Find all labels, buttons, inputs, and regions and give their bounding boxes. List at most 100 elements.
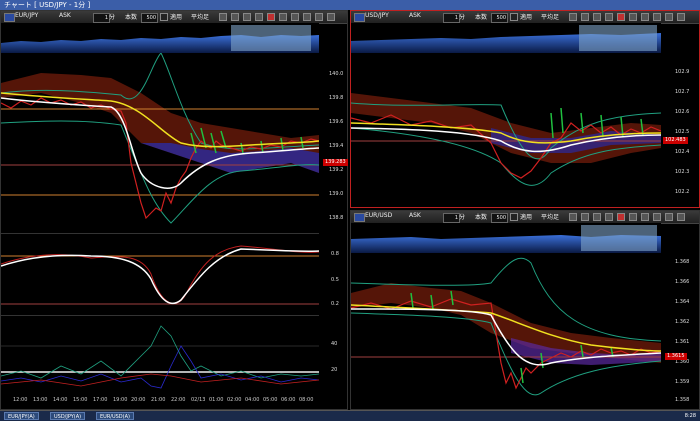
tool-button-3[interactable]	[593, 213, 601, 221]
price-tick: 139.8	[329, 95, 344, 101]
price-tick: 1.364	[675, 299, 690, 305]
overview-strip[interactable]	[1, 23, 319, 53]
tool-button-3[interactable]	[593, 13, 601, 21]
tool-button-5[interactable]	[267, 13, 275, 21]
taskbar-tab-usdjpy[interactable]: USD/JPY(A)	[50, 412, 86, 420]
window-titlebar: チャート [ USD/JPY - 1分 ]	[0, 0, 700, 10]
tool-button-9[interactable]	[665, 213, 673, 221]
ask-selector[interactable]: ASK	[409, 212, 421, 219]
count-input[interactable]: 500	[491, 213, 508, 223]
tool-button-10[interactable]	[677, 13, 685, 21]
ask-selector[interactable]: ASK	[409, 12, 421, 19]
currency-flag-icon	[354, 213, 365, 222]
price-tick: 1.359	[675, 379, 690, 385]
time-axis: 12:00 13:00 14:00 15:00 17:00 19:00 20:0…	[1, 397, 319, 407]
time-tick: 05:00	[263, 397, 278, 403]
tool-button-8[interactable]	[653, 213, 661, 221]
tool-button-2[interactable]	[231, 13, 239, 21]
osc2-tick: 40	[331, 341, 338, 347]
ask-selector[interactable]: ASK	[59, 12, 71, 19]
tool-button-4[interactable]	[255, 13, 263, 21]
osc1-tick: 0.5	[331, 277, 339, 283]
overview-chart	[351, 25, 661, 53]
overview-chart	[1, 25, 319, 53]
average-label: 平均足	[191, 14, 210, 21]
period-input[interactable]: 1	[93, 13, 110, 23]
tool-button-7[interactable]	[641, 213, 649, 221]
current-price-tag: 1.3615	[665, 353, 687, 360]
overview-strip[interactable]	[351, 23, 661, 53]
average-label: 平均足	[541, 214, 560, 221]
apply-label: 適用	[170, 14, 183, 21]
price-tick: 102.5	[675, 129, 690, 135]
tool-button-1[interactable]	[219, 13, 227, 21]
taskbar: EUR/JPY(A) USD/JPY(A) EUR/USD(A) 8:28	[0, 410, 700, 421]
period-input[interactable]: 1	[443, 213, 460, 223]
symbol-selector[interactable]: EUR/JPY	[15, 12, 38, 19]
current-price-tag: 102.483	[663, 137, 688, 144]
tool-button-4[interactable]	[605, 13, 613, 21]
symbol-selector[interactable]: EUR/USD	[365, 212, 392, 219]
tool-button-6[interactable]	[629, 213, 637, 221]
period-unit-label: 分	[109, 14, 116, 21]
tool-button-1[interactable]	[569, 13, 577, 21]
tool-button-2[interactable]	[581, 213, 589, 221]
symbol-selector[interactable]: USD/JPY	[365, 12, 389, 19]
tool-button-9[interactable]	[315, 13, 323, 21]
tool-button-5[interactable]	[617, 213, 625, 221]
tool-button-7[interactable]	[291, 13, 299, 21]
time-tick: 22:00	[171, 397, 186, 403]
time-tick: 13:00	[33, 397, 48, 403]
tool-button-5[interactable]	[617, 13, 625, 21]
time-tick: 12:00	[13, 397, 28, 403]
apply-label: 適用	[520, 214, 533, 221]
apply-checkbox[interactable]	[510, 13, 518, 21]
oscillator-chart-2[interactable]	[1, 315, 319, 396]
chart-pane-left[interactable]: EUR/JPY ASK 1 分 本数 500 適用 平均足 140.0 139.…	[0, 10, 348, 410]
price-tick: 1.368	[675, 259, 690, 265]
tool-button-7[interactable]	[641, 13, 649, 21]
price-tick: 139.2	[329, 167, 344, 173]
tool-button-8[interactable]	[303, 13, 311, 21]
overview-strip[interactable]	[351, 223, 661, 253]
price-tick: 140.0	[329, 71, 344, 77]
overview-chart	[351, 225, 661, 253]
tool-button-8[interactable]	[653, 13, 661, 21]
price-tick: 1.358	[675, 397, 690, 403]
price-tick: 139.4	[329, 143, 344, 149]
tool-button-3[interactable]	[243, 13, 251, 21]
average-label: 平均足	[541, 14, 560, 21]
time-tick: 14:00	[53, 397, 68, 403]
count-input[interactable]: 500	[491, 13, 508, 23]
time-tick: 21:00	[151, 397, 166, 403]
osc2-tick: 20	[331, 367, 338, 373]
tool-button-9[interactable]	[665, 13, 673, 21]
main-candle-chart[interactable]	[351, 253, 661, 409]
taskbar-tab-eurjpy[interactable]: EUR/JPY(A)	[4, 412, 39, 420]
price-tick: 1.366	[675, 279, 690, 285]
price-tick: 138.8	[329, 215, 344, 221]
tool-button-10[interactable]	[327, 13, 335, 21]
price-axis-right-bottom: 1.368 1.366 1.364 1.362 1.361 1.360 1.35…	[663, 253, 699, 409]
count-input[interactable]: 500	[141, 13, 158, 23]
tool-button-4[interactable]	[605, 213, 613, 221]
tool-button-2[interactable]	[581, 13, 589, 21]
main-candle-chart[interactable]	[351, 53, 661, 207]
osc1-tick: 0.8	[331, 251, 339, 257]
time-tick: 20:00	[131, 397, 146, 403]
time-tick: 04:00	[245, 397, 260, 403]
period-input[interactable]: 1	[443, 13, 460, 23]
tool-button-6[interactable]	[279, 13, 287, 21]
time-tick: 15:00	[73, 397, 88, 403]
tool-button-10[interactable]	[677, 213, 685, 221]
oscillator-chart-1[interactable]	[1, 233, 319, 314]
taskbar-tab-eurusd[interactable]: EUR/USD(A)	[96, 412, 134, 420]
chart-pane-right-bottom[interactable]: EUR/USD ASK 1 分 本数 500 適用 平均足 1.368 1.36…	[350, 210, 700, 410]
apply-checkbox[interactable]	[510, 213, 518, 221]
apply-checkbox[interactable]	[160, 13, 168, 21]
time-tick: 01:00	[209, 397, 224, 403]
tool-button-6[interactable]	[629, 13, 637, 21]
tool-button-1[interactable]	[569, 213, 577, 221]
main-candle-chart[interactable]	[1, 53, 319, 231]
chart-pane-right-top[interactable]: USD/JPY ASK 1 分 本数 500 適用 平均足 102.9 102.…	[350, 10, 700, 208]
